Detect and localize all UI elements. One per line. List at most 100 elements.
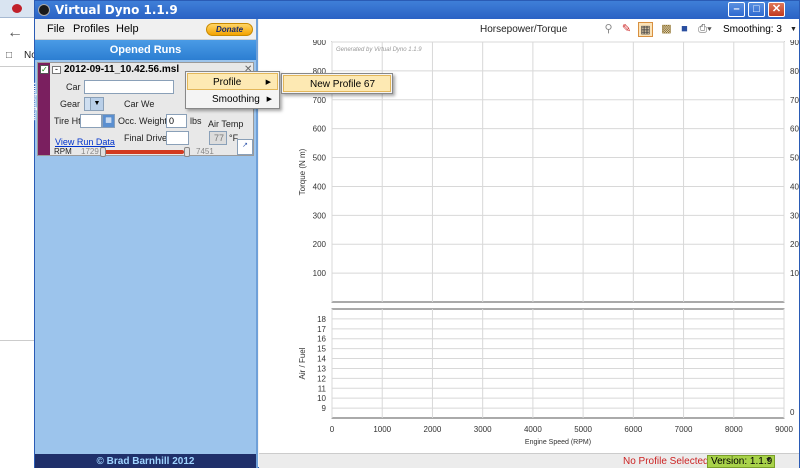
plot-area-0: [331, 41, 785, 303]
run-source-label: MegaSquirt: [30, 82, 38, 121]
car-weight-label: Car We: [124, 99, 155, 109]
y2-tick-label: 500: [790, 154, 799, 163]
run-context-menu: Profile ▶ Smoothing ▶: [185, 71, 280, 109]
air-temp-label: Air Temp: [208, 119, 244, 129]
print-icon[interactable]: ⎙▾: [695, 22, 715, 37]
grid-toggle-icon[interactable]: ▦: [638, 22, 653, 37]
menu-item-new-profile[interactable]: New Profile 67: [283, 75, 391, 92]
y-tick-label: 700: [313, 96, 327, 105]
smoothing-chevron-icon[interactable]: ▼: [790, 26, 797, 33]
x-tick-label: 0: [330, 425, 335, 434]
opened-runs-header: Opened Runs: [35, 40, 256, 60]
chart-title: Horsepower/Torque: [480, 24, 568, 35]
collapse-run-button[interactable]: -: [52, 65, 61, 74]
profile-submenu: New Profile 67: [281, 73, 393, 94]
document-icon: □: [6, 50, 13, 61]
y2-tick-label: 900: [790, 40, 799, 47]
menu-bar: File Profiles Help Donate: [35, 19, 256, 40]
background-browser: ← □ No: [0, 0, 37, 468]
save-icon[interactable]: ■: [677, 22, 692, 37]
gear-label: Gear: [60, 99, 81, 109]
x-tick-label: 9000: [775, 425, 793, 434]
rpm-max-handle[interactable]: [184, 147, 190, 157]
y2-tick-label: 400: [790, 182, 799, 191]
zoom-icon[interactable]: ⚲: [601, 22, 616, 37]
close-button[interactable]: ✕: [768, 2, 785, 17]
smoothing-dropdown[interactable]: Smoothing: 3: [723, 24, 782, 35]
y-tick-label: 14: [317, 355, 326, 364]
y-tick-label: 200: [313, 240, 327, 249]
rpm-label: RPM: [54, 147, 72, 156]
window-title: Virtual Dyno 1.1.9: [55, 3, 178, 17]
clipboard-icon[interactable]: ▩: [659, 22, 674, 37]
y-tick-label: 17: [317, 325, 326, 334]
tire-height-input[interactable]: [80, 114, 102, 128]
car-select[interactable]: [84, 80, 174, 94]
menu-item-smoothing-label: Smoothing: [212, 94, 260, 105]
chart-settings-icon[interactable]: ↗: [237, 139, 253, 155]
pencil-icon[interactable]: ✎: [619, 22, 634, 37]
title-bar[interactable]: Virtual Dyno 1.1.9 – □ ✕: [35, 1, 799, 19]
profile-status[interactable]: No Profile Selected: [623, 456, 709, 467]
x-tick-label: 8000: [725, 425, 743, 434]
y-tick-label: 9: [322, 404, 327, 413]
run-visible-checkbox[interactable]: ✓: [40, 65, 49, 74]
menu-profiles[interactable]: Profiles: [73, 23, 110, 35]
maximize-button[interactable]: □: [748, 2, 765, 17]
x-tick-label: 4000: [524, 425, 542, 434]
donate-button[interactable]: Donate: [206, 23, 253, 36]
view-run-data-link[interactable]: View Run Data: [55, 137, 115, 147]
x-tick-label: 5000: [574, 425, 592, 434]
version-chevron-icon[interactable]: ▼: [765, 457, 772, 464]
final-drive-label: Final Drive: [124, 133, 168, 143]
menu-item-profile[interactable]: Profile ▶: [187, 73, 278, 90]
y-tick-label: 11: [318, 384, 327, 393]
y-tick-label: 16: [317, 335, 326, 344]
run-name: 2012-09-11_10.42.56.msl: [64, 64, 180, 75]
y-axis-label: Torque (N m): [298, 148, 307, 195]
y-tick-label: 600: [313, 125, 327, 134]
y2-tick-label: 0: [790, 408, 795, 417]
y-axis-label: Air / Fuel: [298, 347, 307, 379]
browser-tab-icon: [12, 4, 22, 13]
occ-weight-label: Occ. Weight: [118, 116, 167, 126]
y2-tick-label: 200: [790, 240, 799, 249]
car-label: Car: [66, 82, 81, 92]
run-source-strip: MegaSquirt: [31, 63, 50, 155]
y2-tick-label: 300: [790, 211, 799, 220]
y-tick-label: 10: [317, 394, 326, 403]
app-window: Virtual Dyno 1.1.9 – □ ✕ File Profiles H…: [31, 0, 800, 468]
y-tick-label: 13: [317, 364, 326, 373]
footer-copyright: © Brad Barnhill 2012: [35, 454, 256, 468]
menu-file[interactable]: File: [47, 23, 65, 35]
x-tick-label: 3000: [474, 425, 492, 434]
rpm-range-slider[interactable]: [104, 150, 184, 154]
x-tick-label: 1000: [373, 425, 391, 434]
air-temp-input[interactable]: 77: [209, 131, 227, 145]
y-tick-label: 500: [313, 154, 327, 163]
y2-tick-label: 700: [790, 96, 799, 105]
y-tick-label: 12: [317, 374, 326, 383]
chart-watermark: Generated by Virtual Dyno 1.1.9: [336, 47, 422, 53]
tire-calculator-icon[interactable]: ▦: [102, 114, 115, 128]
menu-help[interactable]: Help: [116, 23, 139, 35]
x-tick-label: 7000: [675, 425, 693, 434]
y2-tick-label: 100: [790, 269, 799, 278]
rpm-min-handle[interactable]: [100, 147, 106, 157]
x-axis-label: Engine Speed (RPM): [525, 439, 591, 446]
y-tick-label: 18: [317, 315, 326, 324]
submenu-arrow-icon: ▶: [265, 79, 271, 86]
chevron-down-icon[interactable]: ▼: [90, 97, 104, 111]
y-tick-label: 400: [313, 182, 327, 191]
occ-weight-input[interactable]: 0: [166, 114, 187, 128]
final-drive-input[interactable]: [166, 131, 189, 145]
y-tick-label: 100: [313, 269, 327, 278]
minimize-button[interactable]: –: [728, 2, 745, 17]
submenu-arrow-icon: ▶: [266, 96, 272, 103]
y-tick-label: 900: [313, 40, 327, 47]
back-arrow-icon[interactable]: ←: [7, 24, 23, 42]
app-icon: [38, 4, 50, 16]
menu-item-smoothing[interactable]: Smoothing ▶: [187, 91, 278, 108]
chart-toolbar: Horsepower/Torque ⚲ ✎ ▦ ▩ ■ ⎙▾ Smoothing…: [259, 19, 799, 40]
dyno-chart: 1001002002003003004004005005006006007007…: [259, 40, 799, 453]
